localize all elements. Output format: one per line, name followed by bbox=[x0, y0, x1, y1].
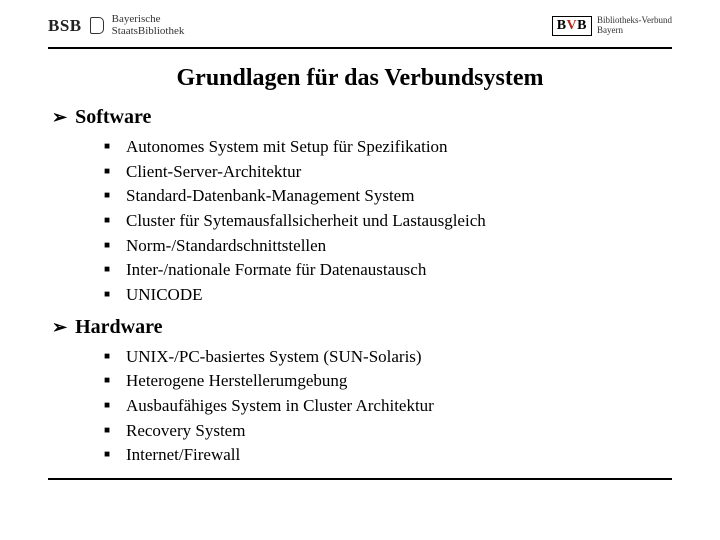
section-software: ➢ Software ■Autonomes System mit Setup f… bbox=[48, 106, 672, 307]
square-bullet-icon: ■ bbox=[104, 448, 116, 473]
slide-title: Grundlagen für das Verbundsystem bbox=[0, 65, 720, 92]
square-bullet-icon: ■ bbox=[104, 239, 116, 264]
list-item: ■Internet/Firewall bbox=[104, 443, 672, 468]
slide-header: BSB Bayerische StaatsBibliothek BVB Bibl… bbox=[0, 0, 720, 43]
section-heading-text: Hardware bbox=[75, 316, 162, 339]
bsb-name: Bayerische StaatsBibliothek bbox=[112, 14, 185, 37]
square-bullet-icon: ■ bbox=[104, 189, 116, 214]
arrow-icon: ➢ bbox=[52, 318, 67, 336]
list-item: ■UNIX-/PC-basiertes System (SUN-Solaris) bbox=[104, 345, 672, 370]
list-item: ■Norm-/Standardschnittstellen bbox=[104, 234, 672, 259]
square-bullet-icon: ■ bbox=[104, 214, 116, 239]
list-item: ■Standard-Datenbank-Management System bbox=[104, 184, 672, 209]
arrow-icon: ➢ bbox=[52, 108, 67, 126]
square-bullet-icon: ■ bbox=[104, 140, 116, 165]
bvb-name: Bibliotheks-Verbund Bayern bbox=[597, 16, 672, 35]
header-divider bbox=[48, 47, 672, 49]
list-item: ■Autonomes System mit Setup für Spezifik… bbox=[104, 135, 672, 160]
list-item: ■Inter-/nationale Formate für Datenausta… bbox=[104, 258, 672, 283]
section-hardware: ➢ Hardware ■UNIX-/PC-basiertes System (S… bbox=[48, 316, 672, 468]
square-bullet-icon: ■ bbox=[104, 165, 116, 190]
bsb-abbr: BSB bbox=[48, 16, 82, 36]
square-bullet-icon: ■ bbox=[104, 424, 116, 449]
square-bullet-icon: ■ bbox=[104, 288, 116, 313]
item-list: ■UNIX-/PC-basiertes System (SUN-Solaris)… bbox=[104, 345, 672, 468]
list-item: ■Heterogene Herstellerumgebung bbox=[104, 369, 672, 394]
book-icon bbox=[90, 17, 104, 34]
bvb-abbr: BVB bbox=[552, 16, 592, 36]
section-heading: ➢ Hardware bbox=[52, 316, 672, 339]
slide-content: ➢ Software ■Autonomes System mit Setup f… bbox=[0, 106, 720, 468]
list-item: ■Cluster für Sytemausfallsicherheit und … bbox=[104, 209, 672, 234]
list-item: ■Recovery System bbox=[104, 419, 672, 444]
bsb-name-line1: Bayerische bbox=[112, 14, 185, 26]
list-item: ■Ausbaufähiges System in Cluster Archite… bbox=[104, 394, 672, 419]
list-item: ■UNICODE bbox=[104, 283, 672, 308]
square-bullet-icon: ■ bbox=[104, 399, 116, 424]
logo-bsb: BSB Bayerische StaatsBibliothek bbox=[48, 14, 184, 37]
bsb-name-line2: StaatsBibliothek bbox=[112, 26, 185, 38]
list-item: ■Client-Server-Architektur bbox=[104, 160, 672, 185]
square-bullet-icon: ■ bbox=[104, 350, 116, 375]
item-list: ■Autonomes System mit Setup für Spezifik… bbox=[104, 135, 672, 307]
logo-bvb: BVB Bibliotheks-Verbund Bayern bbox=[552, 16, 672, 36]
square-bullet-icon: ■ bbox=[104, 374, 116, 399]
footer-divider bbox=[48, 478, 672, 480]
bvb-name-line2: Bayern bbox=[597, 26, 672, 35]
section-heading: ➢ Software bbox=[52, 106, 672, 129]
section-heading-text: Software bbox=[75, 106, 151, 129]
square-bullet-icon: ■ bbox=[104, 263, 116, 288]
